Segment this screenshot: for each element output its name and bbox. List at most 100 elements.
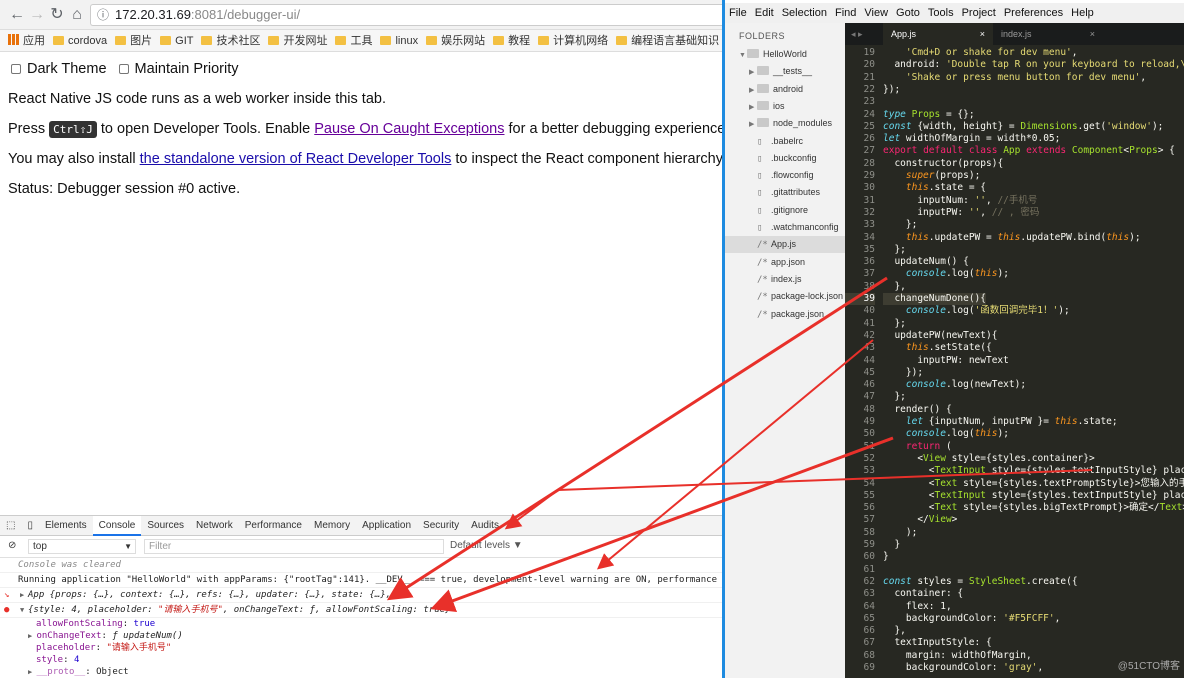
bookmark-item[interactable]: 教程 xyxy=(493,30,530,51)
chevron-right-icon[interactable]: ▶ xyxy=(749,64,757,81)
code-line: updateNum() { xyxy=(894,256,969,268)
standalone-devtools-link[interactable]: the standalone version of React Develope… xyxy=(140,151,452,167)
forward-arrow-icon[interactable]: → xyxy=(26,4,48,26)
code-view[interactable]: 19 20 21 22 23 24 25 26 27 28 29 30 31 32 33 34 35 36 37 38… xyxy=(845,45,1184,678)
bookmark-item[interactable]: 编程语言基础知识 xyxy=(616,30,719,51)
tab-nav-arrows-icon[interactable]: ◂ ▸ xyxy=(851,23,863,45)
bookmark-item[interactable]: 娱乐网站 xyxy=(426,30,485,51)
line-number: 61 xyxy=(863,563,875,575)
close-icon[interactable]: × xyxy=(1090,23,1095,45)
line-number: 31 xyxy=(863,194,875,206)
props-object-placeholder: "请输入手机号" xyxy=(158,605,223,615)
pause-on-exceptions-link[interactable]: Pause On Caught Exceptions xyxy=(314,121,504,137)
sidebar-item[interactable]: /* App.js xyxy=(725,236,845,254)
menu-find[interactable]: Find xyxy=(831,3,860,23)
menu-selection[interactable]: Selection xyxy=(778,3,831,23)
bookmark-label: GIT xyxy=(175,35,194,47)
folder-icon xyxy=(747,49,759,58)
inspect-element-icon[interactable]: ⬚ xyxy=(0,516,21,536)
prop-value: "请输入手机号" xyxy=(106,643,172,653)
prop-row[interactable]: ▶ onChangeText: ƒ updateNum() xyxy=(28,630,722,642)
info-icon[interactable]: ⓘ xyxy=(97,8,109,22)
url-input[interactable]: ⓘ 172.20.31.69:8081/debugger-ui/ xyxy=(90,4,722,26)
editor-tab[interactable]: App.js × xyxy=(883,23,993,45)
devtools-tab-memory[interactable]: Memory xyxy=(308,516,356,536)
home-icon[interactable]: ⌂ xyxy=(66,4,88,26)
prop-row: style: 4 xyxy=(36,655,80,665)
editor-tab-label: App.js xyxy=(891,29,917,39)
devtools-tab-application[interactable]: Application xyxy=(356,516,417,536)
sidebar-item-label: App.js xyxy=(771,239,797,250)
prop-row[interactable]: ▶ __proto__: Object xyxy=(28,666,722,678)
clear-console-icon[interactable]: ⊘ xyxy=(8,536,16,556)
expand-arrow-icon[interactable]: ▶ xyxy=(20,588,24,602)
props-expanded: allowFontScaling: true ▶ onChangeText: ƒ… xyxy=(0,618,722,678)
console-props-object[interactable]: ● ▼ {style: 4, placeholder: "请输入手机号", onCh… xyxy=(0,603,722,618)
devtools-tab-sources[interactable]: Sources xyxy=(141,516,190,536)
menu-help[interactable]: Help xyxy=(1067,3,1098,23)
devtools-tab-elements[interactable]: Elements xyxy=(39,516,93,536)
sidebar-item-label: .gitignore xyxy=(771,204,809,215)
menu-tools[interactable]: Tools xyxy=(924,3,958,23)
sidebar-item[interactable]: ▶ android xyxy=(725,81,845,98)
bookmark-item[interactable]: 图片 xyxy=(115,30,152,51)
sidebar-item[interactable]: ▼ HelloWorld xyxy=(725,46,845,63)
sidebar-item[interactable]: ▯ .babelrc xyxy=(725,133,845,150)
bookmark-item[interactable]: 技术社区 xyxy=(201,30,261,51)
chevron-right-icon[interactable]: ▶ xyxy=(749,99,757,116)
sidebar-item[interactable]: ▯ .gitattributes xyxy=(725,184,845,201)
line-number: 52 xyxy=(863,452,875,464)
js-file-icon: /* xyxy=(757,240,768,251)
maintain-priority-checkbox[interactable] xyxy=(118,64,129,74)
editor-tab[interactable]: index.js × xyxy=(993,23,1103,45)
bookmark-item[interactable]: 应用 xyxy=(8,30,45,51)
filter-input[interactable]: Filter xyxy=(144,539,444,554)
browser-window: ← → ↻ ⌂ ⓘ 172.20.31.69:8081/debugger-ui/ … xyxy=(0,0,722,678)
bookmark-item[interactable]: 计算机网络 xyxy=(538,30,608,51)
folder-icon xyxy=(757,66,769,76)
chevron-down-icon[interactable]: ▼ xyxy=(739,47,747,64)
menu-file[interactable]: File xyxy=(725,3,751,23)
sidebar-item[interactable]: /* index.js xyxy=(725,271,845,288)
close-icon[interactable]: × xyxy=(980,23,985,45)
bookmark-item[interactable]: 工具 xyxy=(335,30,372,51)
bookmark-item[interactable]: 开发网址 xyxy=(268,30,327,51)
sidebar-item-label: ios xyxy=(773,100,785,111)
sidebar-item[interactable]: ▯ .flowconfig xyxy=(725,167,845,184)
sidebar-item[interactable]: ▯ .watchmanconfig xyxy=(725,219,845,236)
collapse-arrow-icon[interactable]: ▼ xyxy=(20,603,24,617)
sidebar-item[interactable]: /* package.json xyxy=(725,306,845,323)
bookmark-item[interactable]: linux xyxy=(380,30,418,51)
menu-edit[interactable]: Edit xyxy=(751,3,778,23)
sidebar-item[interactable]: ▯ .gitignore xyxy=(725,202,845,219)
menu-project[interactable]: Project xyxy=(958,3,1000,23)
devtools-tab-security[interactable]: Security xyxy=(417,516,465,536)
sidebar-item[interactable]: ▶ __tests__ xyxy=(725,63,845,80)
context-select[interactable]: top ▼ xyxy=(28,539,136,554)
devtools-tab-audits[interactable]: Audits xyxy=(465,516,505,536)
sidebar-item[interactable]: /* app.json xyxy=(725,254,845,271)
sidebar-item[interactable]: /* package-lock.json xyxy=(725,288,845,305)
dark-theme-checkbox[interactable] xyxy=(11,64,21,74)
devtools-tab-console[interactable]: Console xyxy=(92,516,142,536)
menu-view[interactable]: View xyxy=(860,3,892,23)
console-app-object[interactable]: ↘ ▶ App {props: {…}, context: {…}, refs: {… xyxy=(0,588,722,603)
folder-icon xyxy=(757,83,769,93)
chevron-right-icon[interactable]: ▶ xyxy=(749,116,757,133)
devtools-tab-performance[interactable]: Performance xyxy=(239,516,308,536)
sidebar-item[interactable]: ▶ ios xyxy=(725,98,845,115)
bookmark-label: 技术社区 xyxy=(216,35,261,47)
sidebar-item[interactable]: ▯ .buckconfig xyxy=(725,150,845,167)
bookmark-item[interactable]: GIT xyxy=(160,30,194,51)
device-toolbar-icon[interactable]: ▯ xyxy=(21,516,39,536)
sidebar-item[interactable]: ▶ node_modules xyxy=(725,115,845,132)
reload-icon[interactable]: ↻ xyxy=(46,4,68,26)
menu-preferences[interactable]: Preferences xyxy=(1000,3,1067,23)
back-arrow-icon[interactable]: ← xyxy=(6,4,28,26)
prop-value: ƒ updateNum() xyxy=(112,631,183,641)
chevron-right-icon[interactable]: ▶ xyxy=(749,82,757,99)
bookmark-item[interactable]: cordova xyxy=(53,30,107,51)
levels-select[interactable]: Default levels ▼ xyxy=(450,536,523,556)
devtools-tab-network[interactable]: Network xyxy=(190,516,239,536)
menu-goto[interactable]: Goto xyxy=(892,3,924,23)
